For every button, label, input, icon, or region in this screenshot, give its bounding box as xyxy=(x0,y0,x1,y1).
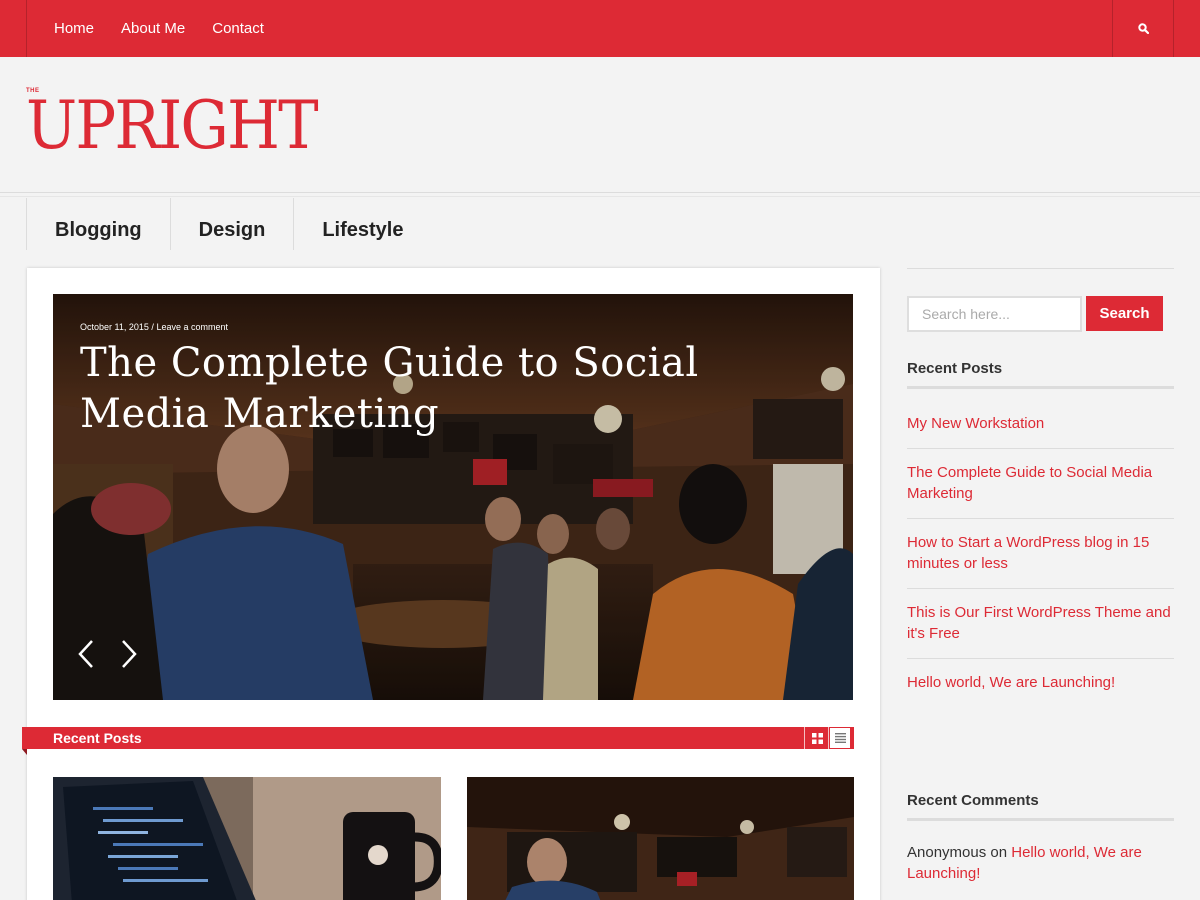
main-content-panel: October 11, 2015 / Leave a comment The C… xyxy=(22,268,880,900)
slide-title-link[interactable]: The Complete Guide to Social Media Marke… xyxy=(80,338,740,440)
post-thumbnail-image xyxy=(467,777,854,900)
site-logo[interactable]: THE UPRIGHT xyxy=(26,86,319,166)
recent-post-link[interactable]: How to Start a WordPress blog in 15 minu… xyxy=(907,534,1149,572)
top-navigation-bar: Home About Me Contact xyxy=(0,0,1200,57)
recent-post-link[interactable]: My New Workstation xyxy=(907,415,1044,432)
list-item: The Complete Guide to Social Media Marke… xyxy=(907,449,1174,519)
logo-text: UPRIGHT xyxy=(26,87,319,164)
post-thumbnail-image xyxy=(53,777,441,900)
slide-meta: October 11, 2015 / Leave a comment xyxy=(80,322,228,332)
view-toggle-divider xyxy=(828,727,829,749)
top-bar-divider xyxy=(1173,0,1174,57)
category-menu: Blogging Design Lifestyle xyxy=(26,198,431,250)
recent-post-link[interactable]: Hello world, We are Launching! xyxy=(907,674,1115,691)
nav-contact-link[interactable]: Contact xyxy=(212,20,264,37)
list-view-icon xyxy=(834,733,846,743)
comment-author: Anonymous xyxy=(907,844,987,861)
list-item: This is Our First WordPress Theme and it… xyxy=(907,589,1174,659)
category-design-link[interactable]: Design xyxy=(169,198,294,250)
grid-view-icon xyxy=(811,732,823,744)
top-bar-divider xyxy=(26,0,27,57)
chevron-left-icon xyxy=(78,640,93,668)
top-menu: Home About Me Contact xyxy=(54,0,264,57)
search-icon xyxy=(1137,23,1149,34)
recent-posts-heading: Recent Posts xyxy=(53,730,142,746)
category-blogging-link[interactable]: Blogging xyxy=(26,198,170,250)
chevron-right-icon xyxy=(122,640,137,668)
featured-slider[interactable]: October 11, 2015 / Leave a comment The C… xyxy=(53,294,853,700)
nav-home-link[interactable]: Home xyxy=(54,20,94,37)
recent-posts-bar: Recent Posts xyxy=(22,727,854,749)
ribbon-fold xyxy=(22,749,27,755)
nav-about-me-link[interactable]: About Me xyxy=(121,20,185,37)
slide-comment-link[interactable]: Leave a comment xyxy=(156,322,228,332)
recent-comment-item: Anonymous on Hello world, We are Launchi… xyxy=(907,842,1152,884)
slider-next-button[interactable] xyxy=(115,637,139,671)
list-item: Hello world, We are Launching! xyxy=(907,659,1174,707)
view-toggle-divider xyxy=(804,727,805,749)
grid-view-button[interactable] xyxy=(807,728,827,748)
slide-date-link[interactable]: October 11, 2015 xyxy=(80,322,149,332)
recent-posts-widget-title: Recent Posts xyxy=(907,360,1174,389)
header-divider xyxy=(0,196,1200,197)
sidebar-search-input[interactable] xyxy=(907,296,1082,332)
list-item: My New Workstation xyxy=(907,400,1174,449)
list-view-button[interactable] xyxy=(830,728,850,748)
post-thumbnail-social-media[interactable] xyxy=(467,777,854,900)
recent-post-link[interactable]: The Complete Guide to Social Media Marke… xyxy=(907,464,1152,502)
comment-on-text: on xyxy=(990,844,1008,861)
meta-separator: / xyxy=(151,322,154,332)
post-thumbnail-workstation[interactable] xyxy=(53,777,441,900)
slider-prev-button[interactable] xyxy=(76,637,100,671)
recent-post-link[interactable]: This is Our First WordPress Theme and it… xyxy=(907,604,1171,642)
sidebar-divider xyxy=(907,268,1174,269)
recent-comments-widget-title: Recent Comments xyxy=(907,792,1174,821)
header-divider xyxy=(0,192,1200,193)
category-lifestyle-link[interactable]: Lifestyle xyxy=(293,198,431,250)
list-item: How to Start a WordPress blog in 15 minu… xyxy=(907,519,1174,589)
sidebar-search-button[interactable]: Search xyxy=(1086,296,1163,331)
search-toggle-button[interactable] xyxy=(1113,0,1173,57)
recent-posts-list: My New Workstation The Complete Guide to… xyxy=(907,400,1174,707)
